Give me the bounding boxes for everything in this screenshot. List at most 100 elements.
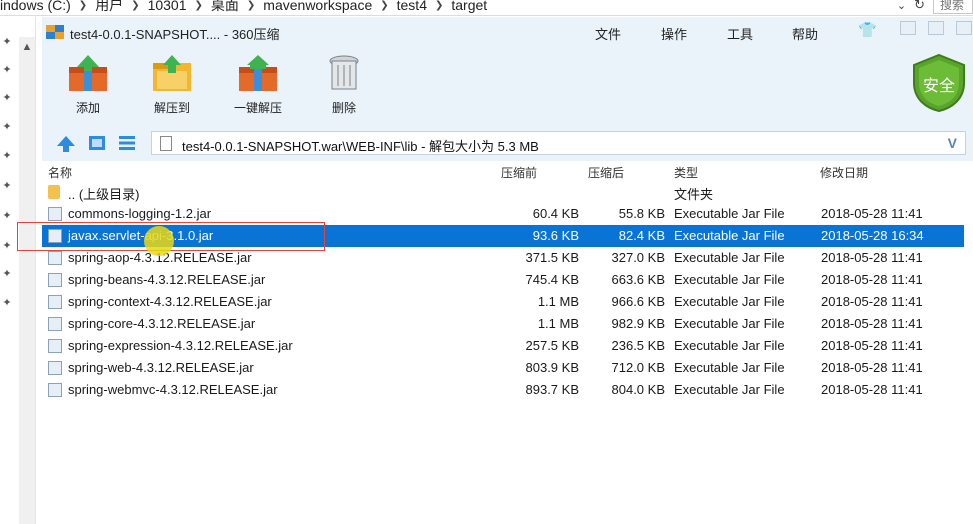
mouse-cursor-highlight <box>144 226 174 256</box>
close-button[interactable] <box>956 21 972 35</box>
chevron-right-icon: ❯ <box>434 0 444 11</box>
minimize-button[interactable] <box>900 21 916 35</box>
menu-help[interactable]: 帮助 <box>792 24 818 43</box>
breadcrumb-target[interactable]: target <box>451 0 487 13</box>
size-before: 893.7 KB <box>525 382 580 397</box>
table-row[interactable]: spring-expression-4.3.12.RELEASE.jar 257… <box>42 335 964 357</box>
search-input[interactable]: 搜索 <box>933 0 973 14</box>
pin-icon: ✦ <box>2 36 12 48</box>
table-row[interactable]: spring-core-4.3.12.RELEASE.jar 1.1 MB 98… <box>42 313 964 335</box>
file-name: spring-webmvc-4.3.12.RELEASE.jar <box>68 382 278 397</box>
pin-icon: ✦ <box>2 150 12 162</box>
size-before: 371.5 KB <box>525 250 580 265</box>
file-type: Executable Jar File <box>674 294 785 309</box>
column-header-name[interactable]: 名称 <box>48 164 72 181</box>
breadcrumb-test4[interactable]: test4 <box>397 0 427 13</box>
scroll-up-icon[interactable]: ▲ <box>19 41 35 57</box>
window-title: test4-0.0.1-SNAPSHOT.... - 360压缩 <box>70 27 280 42</box>
pin-icon: ✦ <box>2 92 12 104</box>
table-row[interactable]: spring-beans-4.3.12.RELEASE.jar 745.4 KB… <box>42 269 964 291</box>
column-header-before[interactable]: 压缩前 <box>501 164 537 181</box>
parent-directory-row[interactable]: .. (上级目录) 文件夹 <box>42 181 964 203</box>
list-view-icon[interactable] <box>118 135 136 151</box>
menu-operation[interactable]: 操作 <box>661 24 687 43</box>
modified-date: 2018-05-28 11:41 <box>821 250 923 265</box>
breadcrumb: indows (C:) ❯ 用户 ❯ 10301 ❯ 桌面 ❯ mavenwor… <box>0 0 487 14</box>
large-icon-view-icon[interactable] <box>88 135 106 151</box>
pin-icon: ✦ <box>2 268 12 280</box>
maximize-button[interactable] <box>928 21 944 35</box>
size-before: 745.4 KB <box>525 272 580 287</box>
up-arrow-icon[interactable] <box>56 135 76 153</box>
file-list[interactable]: 名称 压缩前 压缩后 类型 修改日期 .. (上级目录) 文件夹 commons… <box>42 161 973 524</box>
column-header-after[interactable]: 压缩后 <box>588 164 624 181</box>
size-before: 1.1 MB <box>537 316 579 331</box>
file-type: Executable Jar File <box>674 250 785 265</box>
chevron-right-icon: ❯ <box>131 0 140 11</box>
add-archive-icon <box>69 55 107 91</box>
chevron-right-icon: ❯ <box>194 0 203 11</box>
size-after: 982.9 KB <box>611 316 666 331</box>
security-badge-text: 安全 <box>923 76 955 95</box>
file-name: commons-logging-1.2.jar <box>68 206 212 221</box>
archive-app-icon <box>46 25 64 39</box>
table-row[interactable]: spring-web-4.3.12.RELEASE.jar 803.9 KB 7… <box>42 357 964 379</box>
size-after: 82.4 KB <box>618 228 665 243</box>
jar-file-icon <box>48 383 62 397</box>
size-after: 804.0 KB <box>611 382 666 397</box>
modified-date: 2018-05-28 16:34 <box>821 228 924 243</box>
delete-button[interactable]: 删除 <box>314 49 374 123</box>
explorer-address-bar[interactable]: indows (C:) ❯ 用户 ❯ 10301 ❯ 桌面 ❯ mavenwor… <box>0 0 973 16</box>
pin-icon: ✦ <box>2 121 12 133</box>
size-before: 60.4 KB <box>532 206 579 221</box>
file-name: spring-expression-4.3.12.RELEASE.jar <box>68 338 293 353</box>
modified-date: 2018-05-28 11:41 <box>821 360 923 375</box>
breadcrumb-mavenworkspace[interactable]: mavenworkspace <box>263 0 372 13</box>
jar-file-icon <box>48 295 62 309</box>
extract-to-folder-icon <box>153 55 191 91</box>
file-type: Executable Jar File <box>674 338 785 353</box>
size-before: 1.1 MB <box>537 294 579 309</box>
security-shield-icon[interactable]: 安全 <box>910 53 968 113</box>
file-type: Executable Jar File <box>674 206 785 221</box>
jar-file-icon <box>48 273 62 287</box>
file-type: 文件夹 <box>674 187 714 202</box>
title-bar[interactable]: test4-0.0.1-SNAPSHOT.... - 360压缩 文件 操作 工… <box>42 17 973 45</box>
chevron-down-icon[interactable]: ⌄ <box>897 0 906 12</box>
pin-icon: ✦ <box>2 297 12 309</box>
menu-tools[interactable]: 工具 <box>727 24 753 43</box>
scrollbar[interactable] <box>19 37 35 524</box>
skin-shirt-icon[interactable]: 👕 <box>858 21 877 39</box>
modified-date: 2018-05-28 11:41 <box>821 382 923 397</box>
chevron-down-icon[interactable]: V <box>948 135 957 151</box>
add-button[interactable]: 添加 <box>58 49 118 123</box>
jar-file-icon <box>48 361 62 375</box>
pin-icon: ✦ <box>2 180 12 192</box>
folder-icon <box>48 185 60 199</box>
breadcrumb-user[interactable]: 10301 <box>148 0 187 13</box>
breadcrumb-desktop[interactable]: 桌面 <box>211 0 239 15</box>
table-row[interactable]: spring-webmvc-4.3.12.RELEASE.jar 893.7 K… <box>42 379 964 401</box>
size-after: 236.5 KB <box>611 338 666 353</box>
toolbar: 添加 解压到 一键解压 删除 安全 <box>42 45 973 125</box>
file-name: spring-context-4.3.12.RELEASE.jar <box>68 294 272 309</box>
extract-to-button[interactable]: 解压到 <box>142 49 202 123</box>
modified-date: 2018-05-28 11:41 <box>821 272 923 287</box>
explorer-bar-right: ⌄ ↻ 搜索 <box>897 0 973 14</box>
one-click-extract-icon <box>239 55 277 91</box>
column-header-type[interactable]: 类型 <box>674 164 698 181</box>
file-type: Executable Jar File <box>674 228 785 243</box>
refresh-icon[interactable]: ↻ <box>914 0 925 13</box>
one-click-extract-button[interactable]: 一键解压 <box>228 49 288 123</box>
modified-date: 2018-05-28 11:41 <box>821 338 923 353</box>
jar-file-icon <box>48 251 62 265</box>
explorer-nav-pane[interactable]: ▲ ✦ ✦ ✦ ✦ ✦ ✦ ✦ ✦ ✦ ✦ <box>0 17 36 524</box>
table-row[interactable]: spring-context-4.3.12.RELEASE.jar 1.1 MB… <box>42 291 964 313</box>
file-type: Executable Jar File <box>674 272 785 287</box>
column-header-date[interactable]: 修改日期 <box>820 164 868 181</box>
path-field[interactable]: test4-0.0.1-SNAPSHOT.war\WEB-INF\lib - 解… <box>151 131 966 155</box>
menu-file[interactable]: 文件 <box>595 24 621 43</box>
breadcrumb-users[interactable]: 用户 <box>95 0 123 15</box>
file-type: Executable Jar File <box>674 382 785 397</box>
breadcrumb-drive[interactable]: indows (C:) <box>0 0 71 13</box>
